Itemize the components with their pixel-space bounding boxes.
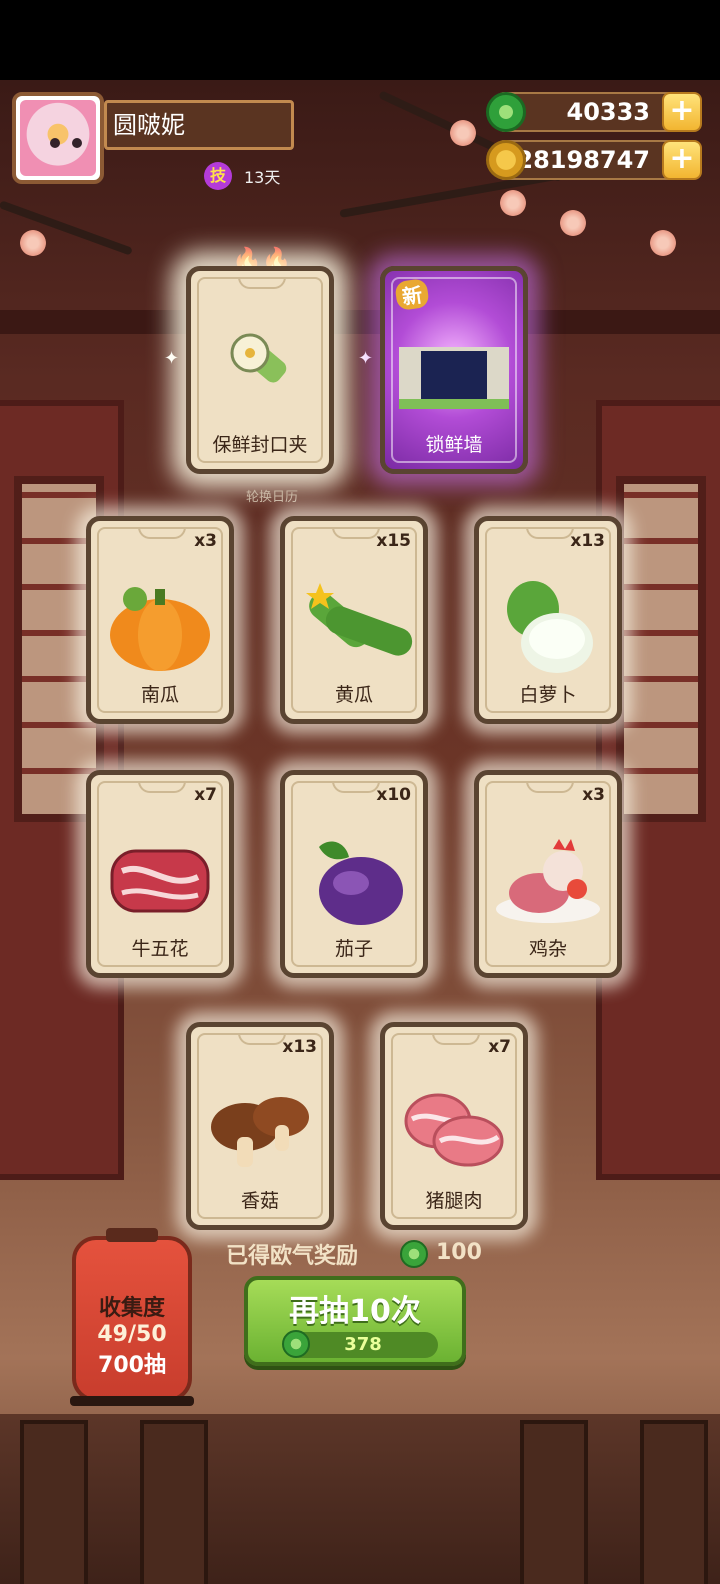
blossom: [650, 230, 676, 256]
luck-reward-label: 已得欧气奖励: [226, 1244, 359, 1269]
floor: [0, 1414, 720, 1584]
lantern-stand: [70, 1396, 194, 1406]
coin-icon: [486, 140, 526, 180]
sparkle-icon: ✦: [164, 348, 180, 369]
chicken-icon: [493, 831, 603, 931]
add-jade-button[interactable]: +: [662, 92, 702, 132]
blossom: [450, 120, 476, 146]
days-count: 13天: [244, 168, 281, 187]
eggplant-icon: [299, 827, 409, 935]
collection-lantern[interactable]: 收集度 49/50 700抽: [72, 1228, 192, 1402]
reward-card[interactable]: x7 猪腿肉: [380, 1022, 528, 1230]
wall-icon: [399, 341, 509, 415]
jade-icon: [486, 92, 526, 132]
draw-again-label: 再抽10次: [289, 1294, 421, 1329]
reward-card[interactable]: x13 香菇: [186, 1022, 334, 1230]
reward-card[interactable]: x10 茄子: [280, 770, 428, 978]
radish-icon: [493, 573, 603, 681]
reward-card[interactable]: x3 鸡杂: [474, 770, 622, 978]
reward-card[interactable]: x15 黄瓜: [280, 516, 428, 724]
jade-icon: [282, 1330, 310, 1358]
reward-card[interactable]: x7 牛五花: [86, 770, 234, 978]
cucumber-icon: [294, 577, 414, 681]
collection-draws: 700抽: [98, 1353, 166, 1378]
rotation-calendar-caption: 轮换日历: [246, 490, 299, 505]
pork-icon: [402, 1089, 506, 1173]
roof-beam: [0, 310, 720, 334]
jade-icon: [400, 1240, 428, 1268]
skill-badge-icon[interactable]: 技: [204, 162, 232, 190]
player-name: 圆啵妮: [104, 100, 294, 150]
collection-progress: 49/50: [97, 1322, 167, 1347]
luck-reward-value: 100: [436, 1240, 482, 1265]
reward-card[interactable]: x13 白萝卜: [474, 516, 622, 724]
reward-card[interactable]: x3 南瓜: [86, 516, 234, 724]
blossom: [500, 190, 526, 216]
blossom: [560, 210, 586, 236]
draw-cost: 378: [282, 1330, 438, 1358]
collection-title: 收集度: [98, 1296, 165, 1321]
draw-again-button[interactable]: 再抽10次 378: [244, 1276, 466, 1366]
sparkle-icon: ✦: [358, 348, 374, 369]
avatar[interactable]: [12, 92, 104, 184]
clip-icon: [220, 323, 300, 407]
card-featured-clip[interactable]: 保鲜封口夹: [186, 266, 334, 474]
mushroom-icon: [205, 1087, 315, 1181]
add-coins-button[interactable]: +: [662, 140, 702, 180]
blossom: [20, 230, 46, 256]
beef-icon: [108, 841, 212, 925]
pumpkin-icon: [105, 579, 215, 679]
